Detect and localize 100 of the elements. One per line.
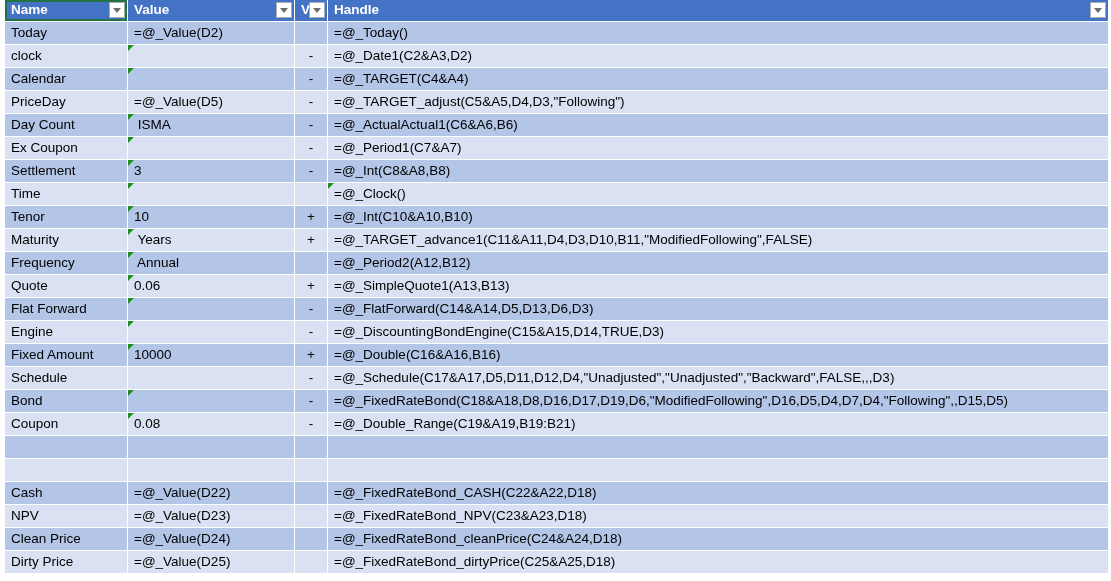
table-cell[interactable]: Flat Forward [5, 298, 127, 320]
table-cell[interactable]: 3 [128, 160, 294, 182]
table-cell[interactable]: - [295, 68, 327, 90]
table-cell[interactable]: =@_FixedRateBond_cleanPrice(C24&A24,D18) [328, 528, 1108, 550]
table-cell[interactable] [128, 137, 294, 159]
table-cell[interactable]: 0.08 [128, 413, 294, 435]
table-cell[interactable]: - [295, 137, 327, 159]
table-cell[interactable]: Coupon [5, 413, 127, 435]
table-cell[interactable]: - [295, 160, 327, 182]
table-cell[interactable]: =@_FixedRateBond(C18&A18,D8,D16,D17,D19,D6,"ModifiedFollowing",D16,D5,D4,D7,D4,"Following",,D15,D5) [328, 390, 1108, 412]
table-cell[interactable]: 10000 [128, 344, 294, 366]
table-cell[interactable]: =@_Today() [328, 22, 1108, 44]
table-cell[interactable] [295, 505, 327, 527]
table-cell[interactable]: Tenor [5, 206, 127, 228]
filter-dropdown-button[interactable] [109, 2, 125, 18]
table-cell[interactable] [128, 183, 294, 205]
table-cell[interactable] [295, 482, 327, 504]
table-cell[interactable]: 10 [128, 206, 294, 228]
table-cell[interactable]: Years [128, 229, 294, 251]
table-cell[interactable]: =@_ActualActual1(C6&A6,B6) [328, 114, 1108, 136]
table-cell[interactable]: =@_SimpleQuote1(A13,B13) [328, 275, 1108, 297]
column-header[interactable]: Name [5, 0, 127, 21]
table-cell[interactable]: =@_TARGET(C4&A4) [328, 68, 1108, 90]
table-cell[interactable]: =@_Period1(C7&A7) [328, 137, 1108, 159]
table-cell[interactable]: =@_Value(D24) [128, 528, 294, 550]
table-cell[interactable]: Today [5, 22, 127, 44]
table-cell[interactable]: =@_DiscountingBondEngine(C15&A15,D14,TRUE,D3) [328, 321, 1108, 343]
table-cell[interactable]: Settlement [5, 160, 127, 182]
table-cell[interactable]: + [295, 206, 327, 228]
table-cell[interactable] [128, 367, 294, 389]
table-cell[interactable]: Clean Price [5, 528, 127, 550]
table-cell[interactable] [128, 390, 294, 412]
table-cell[interactable] [128, 321, 294, 343]
table-cell[interactable]: =@_Value(D22) [128, 482, 294, 504]
table-cell[interactable]: - [295, 321, 327, 343]
table-cell[interactable] [328, 459, 1108, 481]
column-header[interactable]: Handle [328, 0, 1108, 21]
table-cell[interactable]: clock [5, 45, 127, 67]
table-cell[interactable] [295, 551, 327, 573]
table-cell[interactable] [295, 528, 327, 550]
filter-dropdown-button[interactable] [1090, 2, 1106, 18]
column-header[interactable]: V [295, 0, 327, 21]
table-cell[interactable]: =@_Value(D2) [128, 22, 294, 44]
table-cell[interactable] [295, 252, 327, 274]
table-cell[interactable]: - [295, 413, 327, 435]
table-cell[interactable]: - [295, 45, 327, 67]
table-cell[interactable]: =@_Period2(A12,B12) [328, 252, 1108, 274]
table-cell[interactable]: + [295, 275, 327, 297]
table-cell[interactable]: =@_FixedRateBond_CASH(C22&A22,D18) [328, 482, 1108, 504]
table-cell[interactable]: Time [5, 183, 127, 205]
table-cell[interactable] [128, 68, 294, 90]
table-cell[interactable]: Day Count [5, 114, 127, 136]
table-cell[interactable]: =@_TARGET_adjust(C5&A5,D4,D3,"Following") [328, 91, 1108, 113]
table-cell[interactable]: =@_FlatForward(C14&A14,D5,D13,D6,D3) [328, 298, 1108, 320]
table-cell[interactable]: Dirty Price [5, 551, 127, 573]
table-cell[interactable]: =@_Int(C10&A10,B10) [328, 206, 1108, 228]
table-cell[interactable] [128, 45, 294, 67]
table-cell[interactable]: Fixed Amount [5, 344, 127, 366]
table-cell[interactable]: =@_Schedule(C17&A17,D5,D11,D12,D4,"Unadjusted","Unadjusted","Backward",FALSE,,,D3) [328, 367, 1108, 389]
table-cell[interactable]: Bond [5, 390, 127, 412]
table-cell[interactable]: Frequency [5, 252, 127, 274]
table-cell[interactable]: - [295, 298, 327, 320]
table-cell[interactable]: + [295, 229, 327, 251]
table-cell[interactable]: =@_Double(C16&A16,B16) [328, 344, 1108, 366]
table-cell[interactable] [5, 436, 127, 458]
table-cell[interactable]: PriceDay [5, 91, 127, 113]
table-cell[interactable] [295, 183, 327, 205]
table-cell[interactable]: Annual [128, 252, 294, 274]
table-cell[interactable]: Maturity [5, 229, 127, 251]
table-cell[interactable]: =@_TARGET_advance1(C11&A11,D4,D3,D10,B11,"ModifiedFollowing",FALSE) [328, 229, 1108, 251]
table-cell[interactable]: =@_Double_Range(C19&A19,B19:B21) [328, 413, 1108, 435]
table-cell[interactable]: Schedule [5, 367, 127, 389]
table-cell[interactable]: - [295, 367, 327, 389]
table-cell[interactable] [5, 459, 127, 481]
table-cell[interactable]: - [295, 390, 327, 412]
table-cell[interactable]: =@_FixedRateBond_NPV(C23&A23,D18) [328, 505, 1108, 527]
table-cell[interactable]: - [295, 91, 327, 113]
table-cell[interactable] [128, 459, 294, 481]
table-cell[interactable]: =@_FixedRateBond_dirtyPrice(C25&A25,D18) [328, 551, 1108, 573]
table-cell[interactable] [295, 436, 327, 458]
table-cell[interactable]: Ex Coupon [5, 137, 127, 159]
table-cell[interactable] [128, 436, 294, 458]
table-cell[interactable]: =@_Value(D23) [128, 505, 294, 527]
column-header[interactable]: Value [128, 0, 294, 21]
filter-dropdown-button[interactable] [276, 2, 292, 18]
table-cell[interactable] [295, 22, 327, 44]
table-cell[interactable]: =@_Clock() [328, 183, 1108, 205]
table-cell[interactable] [328, 436, 1108, 458]
table-cell[interactable]: =@_Int(C8&A8,B8) [328, 160, 1108, 182]
table-cell[interactable]: Calendar [5, 68, 127, 90]
table-cell[interactable]: =@_Value(D5) [128, 91, 294, 113]
table-cell[interactable]: NPV [5, 505, 127, 527]
table-cell[interactable] [295, 459, 327, 481]
table-cell[interactable]: + [295, 344, 327, 366]
table-cell[interactable]: =@_Value(D25) [128, 551, 294, 573]
table-cell[interactable]: =@_Date1(C2&A3,D2) [328, 45, 1108, 67]
table-cell[interactable]: Cash [5, 482, 127, 504]
table-cell[interactable] [128, 298, 294, 320]
table-cell[interactable]: Quote [5, 275, 127, 297]
table-cell[interactable]: ISMA [128, 114, 294, 136]
